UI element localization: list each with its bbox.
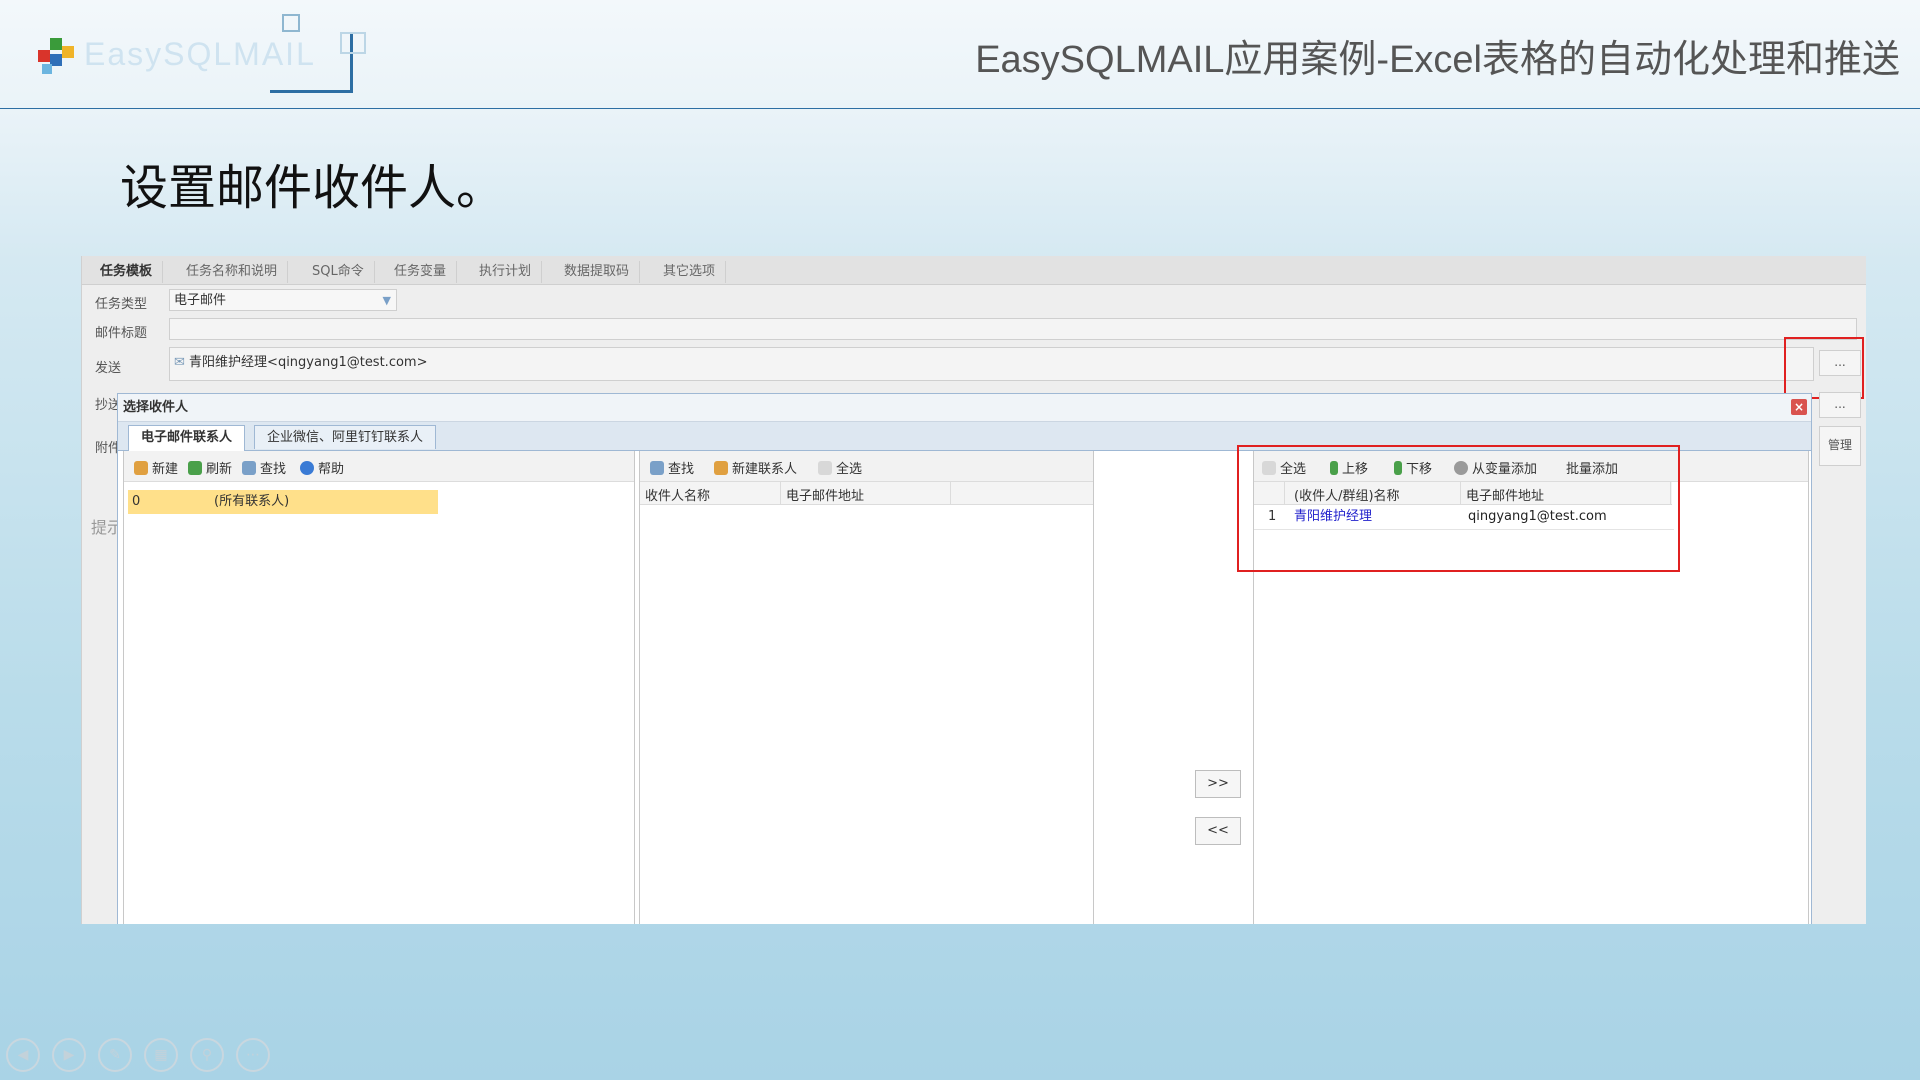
help-label: 帮助 bbox=[318, 462, 345, 477]
group-id: 0 bbox=[132, 494, 141, 509]
add-user-icon bbox=[714, 461, 728, 475]
send-recipients-field[interactable]: ✉ 青阳维护经理<qingyang1@test.com> bbox=[169, 347, 1814, 381]
tab-sql-command[interactable]: SQL命令 bbox=[302, 261, 375, 283]
group-row-all-contacts[interactable]: 0 (所有联系人) bbox=[128, 490, 438, 514]
cc-picker-button[interactable]: ... bbox=[1819, 392, 1861, 418]
select-all-contacts-label: 全选 bbox=[836, 462, 863, 477]
tab-task-variables[interactable]: 任务变量 bbox=[384, 261, 458, 283]
refresh-button[interactable]: 刷新 bbox=[188, 458, 232, 477]
contact-toolbar: 查找 新建联系人 全选 bbox=[640, 451, 1093, 482]
slide-heading: 设置邮件收件人。 bbox=[120, 160, 505, 216]
find-button[interactable]: 查找 bbox=[242, 458, 286, 477]
find-contact-label: 查找 bbox=[668, 462, 695, 477]
task-type-value: 电子邮件 bbox=[174, 293, 227, 308]
attach-manage-button[interactable]: 管理 bbox=[1819, 426, 1861, 466]
tab-wechat-dingtalk-contacts[interactable]: 企业微信、阿里钉钉联系人 bbox=[254, 425, 437, 449]
mail-subject-input[interactable] bbox=[169, 318, 1857, 340]
tab-task-template[interactable]: 任务模板 bbox=[90, 261, 164, 283]
send-recipient-entry: ✉ 青阳维护经理<qingyang1@test.com> bbox=[174, 351, 427, 370]
logo-frame-decoration bbox=[282, 14, 300, 32]
select-all-contacts-button[interactable]: 全选 bbox=[818, 458, 862, 477]
new-contact-button[interactable]: 新建联系人 bbox=[714, 458, 797, 477]
group-toolbar: 新建 刷新 查找 帮助 bbox=[124, 451, 634, 482]
mail-subject-label: 邮件标题 bbox=[95, 326, 148, 341]
slide-title: EasySQLMAIL应用案例-Excel表格的自动化处理和推送 bbox=[975, 39, 1900, 81]
chevron-down-icon: ▼ bbox=[382, 294, 391, 307]
help-button[interactable]: 帮助 bbox=[300, 458, 344, 477]
refresh-icon bbox=[188, 461, 202, 475]
slide-header: EasySQLMAIL EasySQLMAIL应用案例-Excel表格的自动化处… bbox=[0, 0, 1920, 109]
help-icon bbox=[300, 461, 314, 475]
tab-email-contacts[interactable]: 电子邮件联系人 bbox=[128, 425, 246, 451]
highlight-box-recipients bbox=[1237, 445, 1680, 572]
easysqlmail-logo: EasySQLMAIL bbox=[34, 14, 366, 98]
previous-slide-icon[interactable]: ◀ bbox=[6, 1038, 40, 1072]
cubes-logo-icon bbox=[38, 38, 74, 74]
find-label: 查找 bbox=[260, 462, 287, 477]
tab-task-name[interactable]: 任务名称和说明 bbox=[176, 261, 289, 283]
next-slide-icon[interactable]: ▶ bbox=[52, 1038, 86, 1072]
send-recipient-text: 青阳维护经理<qingyang1@test.com> bbox=[189, 355, 428, 370]
search-icon bbox=[242, 461, 256, 475]
column-email-address[interactable]: 电子邮件地址 bbox=[786, 485, 864, 504]
tab-data-code[interactable]: 数据提取码 bbox=[554, 261, 641, 283]
tab-schedule[interactable]: 执行计划 bbox=[469, 261, 543, 283]
new-label: 新建 bbox=[152, 462, 179, 477]
contact-grid-header: 收件人名称 电子邮件地址 bbox=[640, 482, 1093, 505]
tab-other-options[interactable]: 其它选项 bbox=[653, 261, 727, 283]
group-name: (所有联系人) bbox=[214, 494, 290, 509]
task-type-select[interactable]: 电子邮件 ▼ bbox=[169, 289, 397, 311]
app-screenshot: 任务模板 任务名称和说明 SQL命令 任务变量 执行计划 数据提取码 其它选项 … bbox=[81, 256, 1866, 924]
search-icon bbox=[650, 461, 664, 475]
send-label: 发送 bbox=[95, 361, 122, 376]
dialog-title: 选择收件人 × bbox=[118, 394, 1811, 422]
highlight-box-send-button bbox=[1784, 337, 1864, 399]
column-divider bbox=[780, 482, 781, 504]
add-recipient-button[interactable]: >> bbox=[1195, 770, 1241, 798]
select-recipients-dialog: 选择收件人 × 电子邮件联系人 企业微信、阿里钉钉联系人 新建 刷新 查找 帮助… bbox=[117, 393, 1812, 924]
select-all-icon bbox=[818, 461, 832, 475]
column-divider bbox=[950, 482, 951, 504]
logo-frame-decoration bbox=[340, 32, 366, 54]
envelope-icon: ✉ bbox=[174, 355, 185, 370]
new-button[interactable]: 新建 bbox=[134, 458, 178, 477]
contact-list-panel: 查找 新建联系人 全选 收件人名称 电子邮件地址 bbox=[639, 451, 1094, 924]
close-icon[interactable]: × bbox=[1791, 399, 1807, 415]
task-type-label: 任务类型 bbox=[95, 297, 148, 312]
more-options-icon[interactable]: ⋯ bbox=[236, 1038, 270, 1072]
dialog-title-text: 选择收件人 bbox=[123, 400, 189, 415]
task-tab-bar: 任务模板 任务名称和说明 SQL命令 任务变量 执行计划 数据提取码 其它选项 bbox=[82, 256, 1866, 285]
refresh-label: 刷新 bbox=[206, 462, 233, 477]
new-contact-label: 新建联系人 bbox=[732, 462, 798, 477]
new-contact-icon bbox=[134, 461, 148, 475]
slides-overview-icon[interactable]: ▦ bbox=[144, 1038, 178, 1072]
find-contact-button[interactable]: 查找 bbox=[650, 458, 694, 477]
remove-recipient-button[interactable]: << bbox=[1195, 817, 1241, 845]
zoom-icon[interactable]: ⚲ bbox=[190, 1038, 224, 1072]
contact-group-panel: 新建 刷新 查找 帮助 0 (所有联系人) bbox=[123, 451, 635, 924]
column-recipient-name[interactable]: 收件人名称 bbox=[645, 485, 710, 504]
pen-icon[interactable]: ✎ bbox=[98, 1038, 132, 1072]
